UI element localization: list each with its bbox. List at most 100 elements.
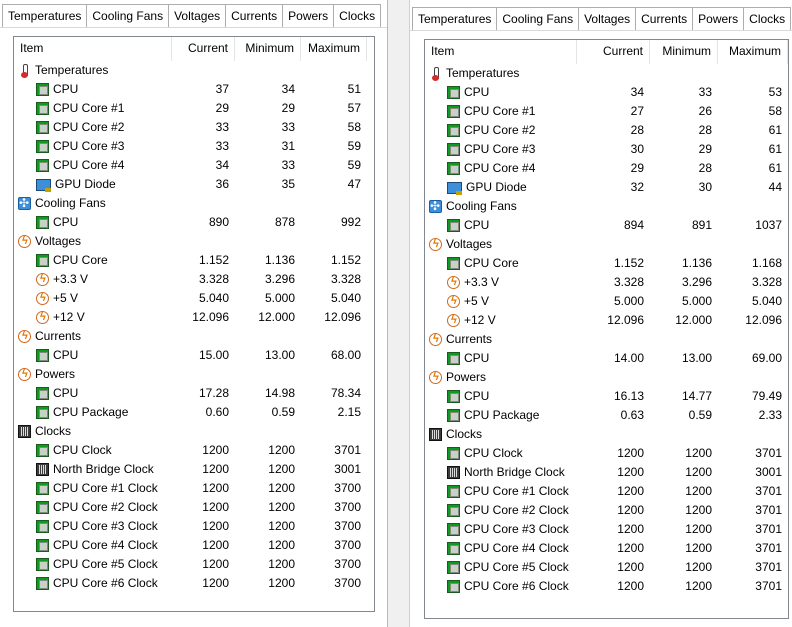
tab-clocks[interactable]: Clocks — [333, 4, 382, 27]
bolt-icon — [429, 369, 442, 385]
sensor-row[interactable]: +12 V 12.096 12.000 12.096 — [425, 311, 788, 330]
sensor-row[interactable]: CPU Core #6 Clock 1200 1200 3701 — [425, 577, 788, 596]
column-header-maximum[interactable]: Maximum — [301, 37, 367, 61]
minimum-value: 1200 — [685, 484, 712, 498]
maximum-value: 5.040 — [330, 291, 361, 305]
tab-clocks[interactable]: Clocks — [743, 7, 792, 30]
sensor-row[interactable]: CPU Core #5 Clock 1200 1200 3701 — [425, 558, 788, 577]
column-header-item[interactable]: Item — [14, 37, 172, 61]
sensor-row[interactable]: CPU Core #1 27 26 58 — [425, 102, 788, 121]
sensor-row[interactable]: CPU Core #3 33 31 59 — [14, 137, 374, 156]
sensor-row[interactable]: CPU Core #4 Clock 1200 1200 3701 — [425, 539, 788, 558]
sensor-row[interactable]: CPU Clock 1200 1200 3701 — [14, 441, 374, 460]
sensor-row[interactable]: +5 V 5.040 5.000 5.040 — [14, 289, 374, 308]
sensor-row[interactable]: CPU Core #4 34 33 59 — [14, 156, 374, 175]
sensor-row[interactable]: CPU Core #4 29 28 61 — [425, 159, 788, 178]
sensor-row[interactable]: CPU 17.28 14.98 78.34 — [14, 384, 374, 403]
group-row[interactable]: Clocks — [425, 425, 788, 444]
column-header-current[interactable]: Current — [577, 40, 650, 64]
column-header-minimum[interactable]: Minimum — [235, 37, 301, 61]
group-row[interactable]: Currents — [14, 327, 374, 346]
current-value — [577, 197, 650, 216]
minimum-value: 1200 — [685, 503, 712, 517]
group-row[interactable]: Cooling Fans — [14, 194, 374, 213]
tab-cooling-fans[interactable]: Cooling Fans — [496, 7, 580, 30]
sensor-row[interactable]: +3.3 V 3.328 3.296 3.328 — [14, 270, 374, 289]
cpu-chip-icon — [36, 539, 49, 552]
sensor-row[interactable]: CPU 34 33 53 — [425, 83, 788, 102]
tab-temperatures[interactable]: Temperatures — [412, 7, 498, 30]
sensor-row[interactable]: GPU Diode 36 35 47 — [14, 175, 374, 194]
current-value: 1200 — [617, 465, 644, 479]
sensor-row[interactable]: CPU Core #3 Clock 1200 1200 3701 — [425, 520, 788, 539]
item-cell: CPU Clock — [425, 444, 577, 463]
group-row[interactable]: Temperatures — [425, 64, 788, 83]
sensor-row[interactable]: CPU Core #2 33 33 58 — [14, 118, 374, 137]
window-gap — [388, 0, 409, 627]
sensor-row[interactable]: CPU 15.00 13.00 68.00 — [14, 346, 374, 365]
sensor-row[interactable]: CPU 37 34 51 — [14, 80, 374, 99]
sensor-row[interactable]: CPU Core #6 Clock 1200 1200 3700 — [14, 574, 374, 593]
item-cell: CPU — [14, 384, 172, 403]
tab-powers[interactable]: Powers — [282, 4, 335, 27]
sensor-row[interactable]: CPU Core #1 Clock 1200 1200 3701 — [425, 482, 788, 501]
group-row[interactable]: Temperatures — [14, 61, 374, 80]
group-row[interactable]: Cooling Fans — [425, 197, 788, 216]
column-header-minimum[interactable]: Minimum — [650, 40, 718, 64]
column-header-item[interactable]: Item — [425, 40, 577, 64]
sensor-row[interactable]: CPU 894 891 1037 — [425, 216, 788, 235]
sensor-row[interactable]: +5 V 5.000 5.000 5.040 — [425, 292, 788, 311]
sensor-row[interactable]: GPU Diode 32 30 44 — [425, 178, 788, 197]
sensor-row[interactable]: CPU Package 0.60 0.59 2.15 — [14, 403, 374, 422]
group-row[interactable]: Powers — [14, 365, 374, 384]
column-header-maximum[interactable]: Maximum — [718, 40, 788, 64]
sensor-row[interactable]: CPU 14.00 13.00 69.00 — [425, 349, 788, 368]
column-header-current[interactable]: Current — [172, 37, 235, 61]
sensor-row[interactable]: CPU Core #3 30 29 61 — [425, 140, 788, 159]
sensor-list[interactable]: Item Current Minimum Maximum Temperature… — [13, 36, 375, 612]
sensor-row[interactable]: +3.3 V 3.328 3.296 3.328 — [425, 273, 788, 292]
sensor-row[interactable]: CPU Core #3 Clock 1200 1200 3700 — [14, 517, 374, 536]
tab-currents[interactable]: Currents — [635, 7, 694, 30]
sensor-row[interactable]: CPU Core 1.152 1.136 1.152 — [14, 251, 374, 270]
item-cell: Clocks — [14, 422, 172, 441]
minimum-value: 14.77 — [681, 389, 712, 403]
sensor-row[interactable]: North Bridge Clock 1200 1200 3001 — [425, 463, 788, 482]
sensor-row[interactable]: CPU Clock 1200 1200 3701 — [425, 444, 788, 463]
sensor-row[interactable]: +12 V 12.096 12.000 12.096 — [14, 308, 374, 327]
item-label: North Bridge Clock — [53, 462, 154, 476]
sensor-row[interactable]: CPU Package 0.63 0.59 2.33 — [425, 406, 788, 425]
minimum-value: 1200 — [685, 522, 712, 536]
sensor-row[interactable]: CPU Core 1.152 1.136 1.168 — [425, 254, 788, 273]
sensor-row[interactable]: CPU Core #2 28 28 61 — [425, 121, 788, 140]
group-row[interactable]: Currents — [425, 330, 788, 349]
sensor-row[interactable]: CPU Core #1 29 29 57 — [14, 99, 374, 118]
sensor-row[interactable]: CPU Core #2 Clock 1200 1200 3700 — [14, 498, 374, 517]
group-row[interactable]: Powers — [425, 368, 788, 387]
tab-temperatures[interactable]: Temperatures — [2, 4, 88, 27]
item-label: Cooling Fans — [446, 199, 517, 213]
sensor-row[interactable]: North Bridge Clock 1200 1200 3001 — [14, 460, 374, 479]
sensor-list[interactable]: Item Current Minimum Maximum Temperature… — [424, 39, 789, 619]
tab-voltages[interactable]: Voltages — [578, 7, 637, 30]
sensor-row[interactable]: CPU Core #1 Clock 1200 1200 3700 — [14, 479, 374, 498]
minimum-value: 5.000 — [264, 291, 295, 305]
minimum-value: 12.000 — [675, 313, 712, 327]
sensor-row[interactable]: CPU Core #4 Clock 1200 1200 3700 — [14, 536, 374, 555]
group-row[interactable]: Voltages — [14, 232, 374, 251]
item-cell: +12 V — [14, 308, 172, 327]
tab-currents[interactable]: Currents — [225, 4, 284, 27]
sensor-row[interactable]: CPU 16.13 14.77 79.49 — [425, 387, 788, 406]
bolt-icon — [36, 290, 49, 306]
current-value: 17.28 — [198, 386, 229, 400]
tab-cooling-fans[interactable]: Cooling Fans — [86, 4, 170, 27]
group-row[interactable]: Voltages — [425, 235, 788, 254]
tab-voltages[interactable]: Voltages — [168, 4, 227, 27]
bolt-icon — [18, 233, 31, 249]
group-row[interactable]: Clocks — [14, 422, 374, 441]
sensor-row[interactable]: CPU Core #2 Clock 1200 1200 3701 — [425, 501, 788, 520]
sensor-row[interactable]: CPU Core #5 Clock 1200 1200 3700 — [14, 555, 374, 574]
item-label: CPU Core #4 Clock — [464, 541, 569, 555]
sensor-row[interactable]: CPU 890 878 992 — [14, 213, 374, 232]
tab-powers[interactable]: Powers — [692, 7, 745, 30]
